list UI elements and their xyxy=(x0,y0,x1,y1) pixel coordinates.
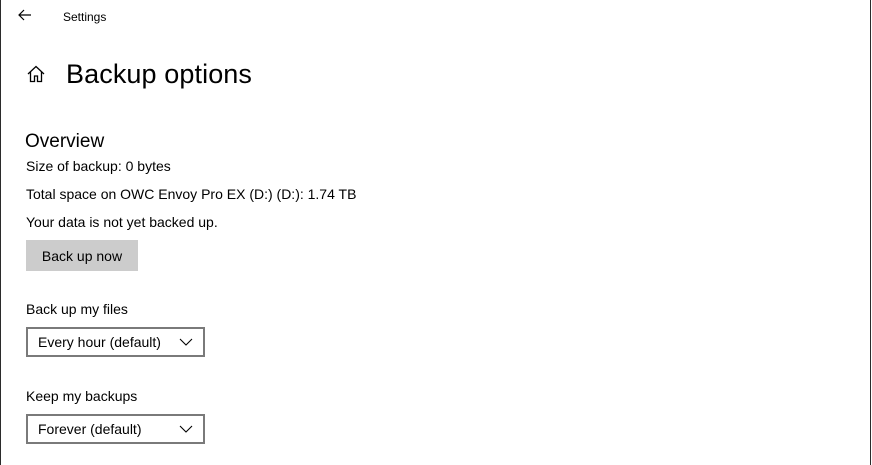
keep-backups-dropdown[interactable]: Forever (default) xyxy=(26,414,205,444)
settings-window: Settings Backup options Overview Size of… xyxy=(0,0,871,465)
back-arrow-icon xyxy=(18,8,32,26)
backup-frequency-value: Every hour (default) xyxy=(38,334,161,350)
keep-backups-value: Forever (default) xyxy=(38,421,142,437)
page-title: Backup options xyxy=(66,58,253,89)
backup-status-text: Your data is not yet backed up. xyxy=(26,214,218,230)
total-space-text: Total space on OWC Envoy Pro EX (D:) (D:… xyxy=(26,186,357,202)
backup-frequency-label: Back up my files xyxy=(26,301,128,317)
title-bar: Settings xyxy=(1,0,870,34)
backup-size-text: Size of backup: 0 bytes xyxy=(26,158,171,174)
page-header: Backup options xyxy=(25,56,252,92)
app-title: Settings xyxy=(63,10,107,24)
back-up-now-button[interactable]: Back up now xyxy=(26,240,138,271)
chevron-down-icon xyxy=(179,335,193,349)
chevron-down-icon xyxy=(179,422,193,436)
backup-frequency-dropdown[interactable]: Every hour (default) xyxy=(26,327,205,357)
home-icon[interactable] xyxy=(25,63,47,85)
section-title-overview: Overview xyxy=(25,131,105,152)
back-button[interactable] xyxy=(11,4,39,30)
keep-backups-label: Keep my backups xyxy=(26,388,138,404)
